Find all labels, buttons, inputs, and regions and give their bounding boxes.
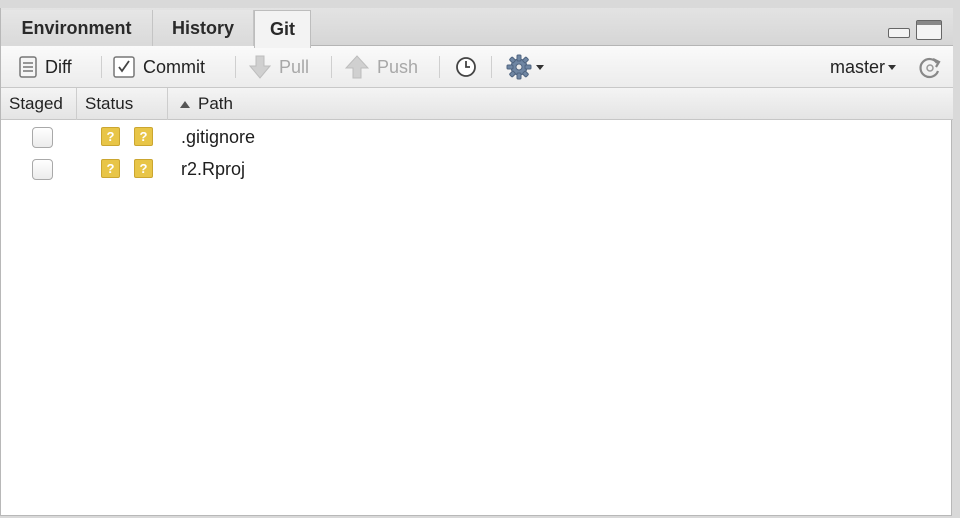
commit-label: Commit (143, 56, 205, 77)
branch-label: master (830, 56, 886, 77)
status-badge-worktree: ? (134, 127, 153, 146)
pull-arrow-down-icon (249, 55, 271, 79)
column-header-status[interactable]: Status (77, 88, 168, 120)
chevron-down-icon (536, 64, 544, 70)
file-path: .gitignore (181, 126, 256, 147)
column-label-staged: Staged (9, 94, 63, 113)
table-row[interactable]: ? ? r2.Rproj (1, 153, 953, 185)
more-menu-button[interactable] (506, 46, 544, 88)
commit-button[interactable]: Commit (113, 46, 205, 88)
tab-history[interactable]: History (153, 10, 254, 47)
column-header-path[interactable]: Path (168, 88, 952, 120)
push-arrow-up-icon (345, 55, 369, 79)
commit-checkbox-icon (113, 56, 135, 78)
branch-selector[interactable]: master (830, 46, 897, 88)
table-row[interactable]: ? ? .gitignore (1, 121, 953, 153)
toolbar-divider (235, 56, 236, 78)
staged-checkbox[interactable] (32, 127, 53, 148)
push-label: Push (377, 56, 419, 77)
toolbar-divider (101, 56, 102, 78)
git-pane: Environment History Git Diff Commit Pull… (0, 8, 953, 516)
column-label-status: Status (85, 94, 134, 113)
diff-button[interactable]: Diff (19, 46, 72, 88)
status-badge-index: ? (101, 127, 120, 146)
status-badge-index: ? (101, 159, 120, 178)
push-button[interactable]: Push (345, 46, 418, 88)
column-label-path: Path (198, 94, 233, 113)
file-list-header: Staged Status Path (1, 88, 953, 120)
minimize-pane-button[interactable] (888, 28, 910, 38)
toolbar-divider (331, 56, 332, 78)
status-badge-worktree: ? (134, 159, 153, 178)
diff-label: Diff (45, 56, 72, 77)
git-toolbar: Diff Commit Pull Push master (1, 46, 953, 88)
gear-icon (506, 54, 532, 80)
diff-icon (19, 56, 37, 78)
chevron-down-icon (888, 64, 897, 70)
file-path: r2.Rproj (181, 158, 246, 179)
column-header-staged[interactable]: Staged (1, 88, 77, 120)
clock-icon (456, 57, 476, 77)
pull-button[interactable]: Pull (249, 46, 309, 88)
tab-git[interactable]: Git (254, 10, 311, 48)
sort-ascending-icon (180, 100, 190, 108)
refresh-icon[interactable] (917, 55, 943, 81)
tab-bar: Environment History Git (1, 8, 953, 48)
history-button[interactable] (455, 46, 477, 88)
toolbar-divider (439, 56, 440, 78)
toolbar-divider (491, 56, 492, 78)
tab-environment[interactable]: Environment (1, 10, 153, 47)
maximize-pane-button[interactable] (916, 20, 942, 40)
staged-checkbox[interactable] (32, 159, 53, 180)
pull-label: Pull (279, 56, 310, 77)
